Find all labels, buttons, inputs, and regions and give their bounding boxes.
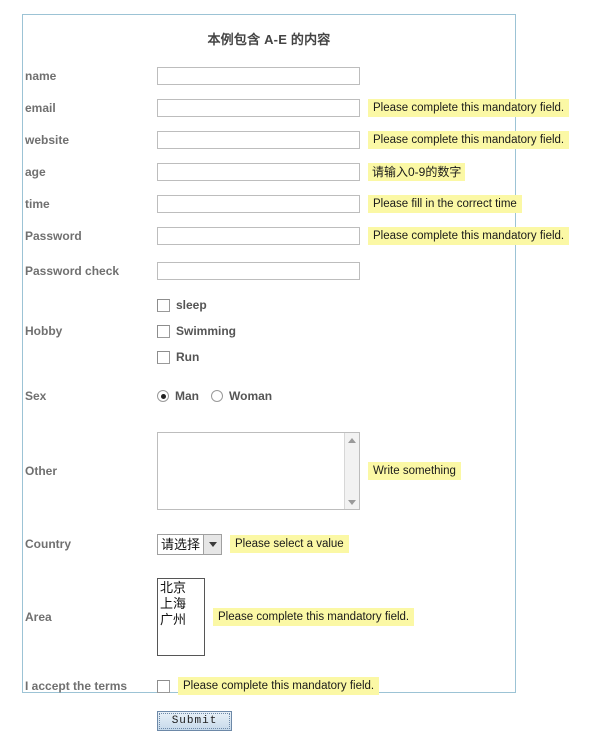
form-row-time: time Please fill in the correct time <box>23 188 522 220</box>
validation-hint-terms: Please complete this mandatory field. <box>178 677 380 695</box>
validation-hint-password: Please complete this mandatory field. <box>368 227 570 245</box>
form-row-sex: Sex Man Woman <box>23 372 515 420</box>
page-title: 本例包含 A-E 的内容 <box>207 32 331 47</box>
scroll-down-icon[interactable] <box>345 495 359 509</box>
form-row-email: email Please complete this mandatory fie… <box>23 92 570 124</box>
sex-option-label-man: Man <box>175 389 199 403</box>
label-website: website <box>25 133 70 147</box>
form-row-other: Other Write something <box>23 420 515 522</box>
control-submit: Submit <box>157 711 515 731</box>
control-terms: Please complete this mandatory field. <box>157 677 515 695</box>
validation-form-panel: 本例包含 A-E 的内容 name email Please complete … <box>22 14 570 731</box>
label-other: Other <box>25 464 58 478</box>
control-website: Please complete this mandatory field. <box>157 131 570 149</box>
form-row-hobby: Hobby sleep Swimming Run <box>23 290 515 372</box>
form-row-country: Country 请选择 Please select a value <box>23 522 515 566</box>
hobby-option-run[interactable]: Run <box>157 344 236 370</box>
label-time: time <box>25 197 50 211</box>
list-item[interactable]: 广州 <box>160 612 202 628</box>
sex-radio-group: Man Woman <box>157 383 284 409</box>
checkbox-icon-terms[interactable] <box>157 679 170 693</box>
chevron-down-icon[interactable] <box>203 534 222 554</box>
age-input[interactable] <box>157 163 360 181</box>
control-country: 请选择 Please select a value <box>157 533 515 555</box>
label-terms: I accept the terms <box>25 679 128 693</box>
time-input[interactable] <box>157 195 360 213</box>
control-sex: Man Woman <box>157 383 515 409</box>
scroll-up-icon[interactable] <box>345 433 359 447</box>
form-row-website: website Please complete this mandatory f… <box>23 124 570 156</box>
submit-button[interactable]: Submit <box>157 711 232 731</box>
validation-hint-time: Please fill in the correct time <box>368 195 522 213</box>
radio-icon-woman[interactable] <box>211 390 223 402</box>
validation-hint-age: 请输入0-9的数字 <box>368 163 466 181</box>
email-input[interactable] <box>157 99 360 117</box>
hobby-option-sleep[interactable]: sleep <box>157 292 236 318</box>
control-area: 北京 上海 广州 Please complete this mandatory … <box>157 578 515 656</box>
hobby-option-label-sleep: sleep <box>176 298 207 312</box>
list-item[interactable]: 北京 <box>160 580 202 596</box>
sex-option-man[interactable]: Man <box>157 383 199 409</box>
checkbox-icon-swimming[interactable] <box>157 324 170 338</box>
form-row-terms: I accept the terms Please complete this … <box>23 668 515 704</box>
hobby-option-swimming[interactable]: Swimming <box>157 318 236 344</box>
validation-hint-email: Please complete this mandatory field. <box>368 99 570 117</box>
label-sex: Sex <box>25 389 47 403</box>
control-age: 请输入0-9的数字 <box>157 163 515 181</box>
other-textarea-wrapper[interactable] <box>157 432 360 510</box>
area-listbox[interactable]: 北京 上海 广州 <box>157 578 205 656</box>
radio-icon-man[interactable] <box>157 390 169 402</box>
country-select-value: 请选择 <box>161 536 201 552</box>
control-other: Write something <box>157 432 515 510</box>
form-row-name: name <box>23 60 515 92</box>
country-select[interactable]: 请选择 <box>157 533 223 555</box>
website-input[interactable] <box>157 131 360 149</box>
form-row-submit: Submit <box>23 704 515 738</box>
control-password-check <box>157 262 515 280</box>
form-row-area: Area 北京 上海 广州 Please complete this manda… <box>23 566 515 668</box>
checkbox-icon-run[interactable] <box>157 350 170 364</box>
hobby-option-label-run: Run <box>176 350 200 364</box>
password-input[interactable] <box>157 227 360 245</box>
label-password-check: Password check <box>25 264 120 278</box>
form-rows: name email Please complete this mandator… <box>23 60 570 738</box>
validation-hint-country: Please select a value <box>230 535 349 553</box>
control-password: Please complete this mandatory field. <box>157 227 570 245</box>
form-row-password-check: Password check <box>23 252 515 290</box>
validation-hint-website: Please complete this mandatory field. <box>368 131 570 149</box>
label-email: email <box>25 101 56 115</box>
name-input[interactable] <box>157 67 360 85</box>
form-row-password: Password Please complete this mandatory … <box>23 220 570 252</box>
hobby-checkbox-group: sleep Swimming Run <box>157 292 236 370</box>
sex-option-woman[interactable]: Woman <box>211 383 272 409</box>
sex-option-label-woman: Woman <box>229 389 273 403</box>
validation-hint-area: Please complete this mandatory field. <box>213 608 415 626</box>
control-email: Please complete this mandatory field. <box>157 99 570 117</box>
validation-hint-other: Write something <box>368 462 461 480</box>
label-name: name <box>25 69 57 83</box>
label-country: Country <box>25 537 71 551</box>
password-check-input[interactable] <box>157 262 360 280</box>
control-hobby: sleep Swimming Run <box>157 292 515 370</box>
form-row-age: age 请输入0-9的数字 <box>23 156 515 188</box>
list-item[interactable]: 上海 <box>160 596 202 612</box>
textarea-scrollbar[interactable] <box>344 433 359 509</box>
control-name <box>157 67 515 85</box>
hobby-option-label-swimming: Swimming <box>176 324 237 338</box>
label-hobby: Hobby <box>25 324 63 338</box>
label-password: Password <box>25 229 82 243</box>
control-time: Please fill in the correct time <box>157 195 522 213</box>
checkbox-icon-sleep[interactable] <box>157 298 170 312</box>
label-age: age <box>25 165 46 179</box>
other-textarea[interactable] <box>158 433 344 509</box>
label-area: Area <box>25 610 52 624</box>
